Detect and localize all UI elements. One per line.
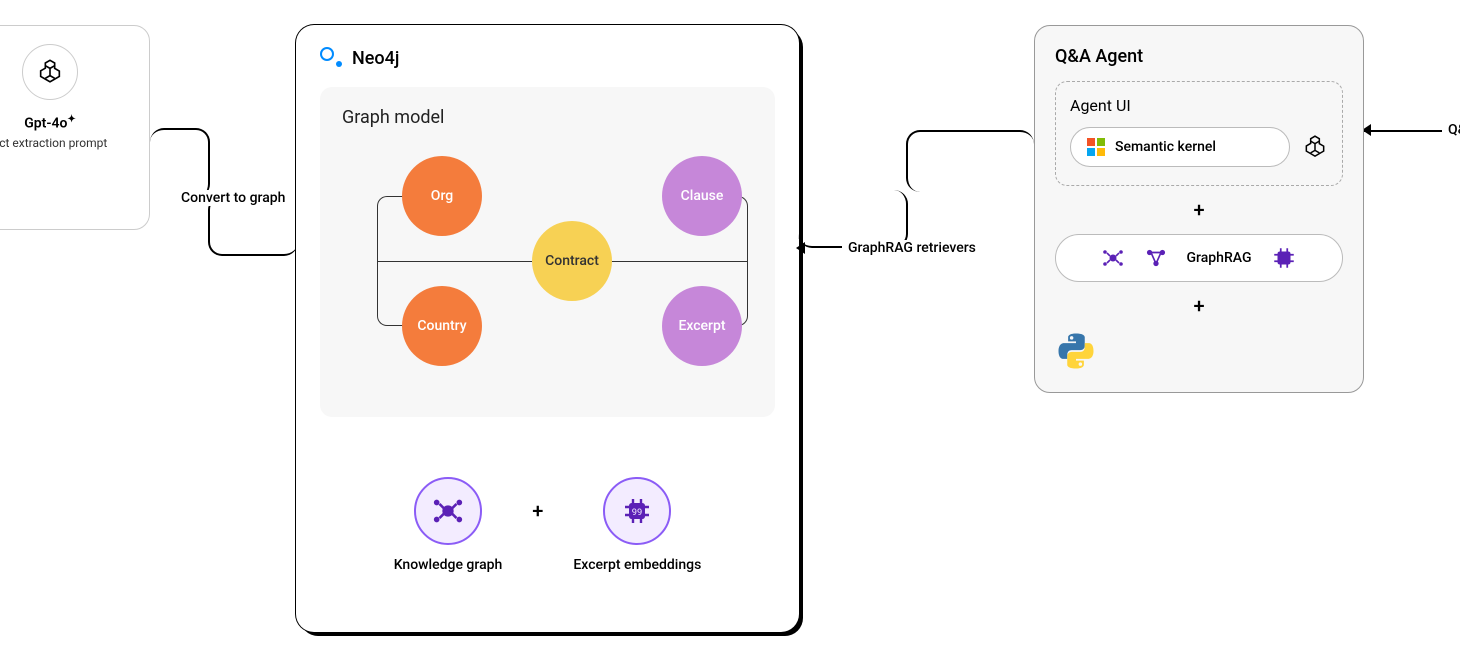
sk-label: Semantic kernel <box>1115 139 1216 155</box>
openai-circle <box>22 44 78 100</box>
node-org: Org <box>402 156 482 236</box>
node-excerpt: Excerpt <box>662 286 742 366</box>
em-circle: 99 <box>603 477 671 545</box>
em-label: Excerpt embeddings <box>573 557 701 573</box>
connector-segment <box>150 128 210 198</box>
openai-icon <box>36 58 64 86</box>
gpt4o-sub: act extraction prompt <box>0 136 135 150</box>
plus-icon: + <box>1055 198 1343 222</box>
gpt4o-panel: Gpt‑4o✦ act extraction prompt <box>0 25 150 230</box>
connector-segment <box>906 130 1034 192</box>
network-icon <box>1145 247 1167 269</box>
graph-area: Org Country Contract Clause Excerpt <box>342 156 753 396</box>
neo4j-icon <box>320 47 342 69</box>
graphrag-label: GraphRAG <box>1187 250 1252 266</box>
node-contract: Contract <box>532 221 612 301</box>
kg-row: Knowledge graph + 99 Excerpt embeddings <box>320 477 775 573</box>
python-icon <box>1055 330 1097 372</box>
openai-icon <box>1302 134 1328 160</box>
python-row <box>1055 330 1343 372</box>
connector-label-qa: Q&A <box>1442 122 1460 138</box>
microsoft-icon <box>1087 138 1105 156</box>
qa-title: Q&A Agent <box>1055 46 1343 67</box>
semantic-kernel-row: Semantic kernel <box>1070 127 1328 167</box>
agent-ui-box: Agent UI Semantic kernel <box>1055 81 1343 186</box>
neo4j-header: Neo4j <box>320 47 775 69</box>
neo4j-title: Neo4j <box>352 48 399 69</box>
plus-icon: + <box>532 499 543 523</box>
plus-icon: + <box>1055 294 1343 318</box>
graph-model-title: Graph model <box>342 107 753 128</box>
neo4j-panel: Neo4j Graph model Org Country Contract C… <box>296 25 799 632</box>
embeddings-item: 99 Excerpt embeddings <box>573 477 701 573</box>
qa-agent-panel: Q&A Agent Agent UI Semantic kernel + Gra… <box>1034 25 1364 393</box>
knowledge-graph-item: Knowledge graph <box>394 477 503 573</box>
node-clause: Clause <box>662 156 742 236</box>
arrow-left-icon <box>796 242 805 254</box>
agent-ui-title: Agent UI <box>1070 96 1328 115</box>
graph-model-box: Graph model Org Country Contract Clause … <box>320 87 775 417</box>
node-country: Country <box>402 286 482 366</box>
connector-label-retrievers: GraphRAG retrievers <box>842 240 982 256</box>
gpt4o-label: Gpt‑4o✦ <box>0 114 135 132</box>
kg-label: Knowledge graph <box>394 557 503 573</box>
chip-icon: 99 <box>621 495 653 527</box>
svg-text:99: 99 <box>632 507 643 518</box>
kg-circle <box>414 477 482 545</box>
graph-edge <box>377 261 532 262</box>
knowledge-graph-icon <box>431 494 465 528</box>
graphrag-chip: GraphRAG <box>1055 234 1343 282</box>
chip-icon <box>1271 245 1297 271</box>
semantic-kernel-chip: Semantic kernel <box>1070 127 1290 167</box>
knowledge-graph-icon <box>1101 246 1125 270</box>
connector-label-convert: Convert to graph <box>175 190 291 206</box>
